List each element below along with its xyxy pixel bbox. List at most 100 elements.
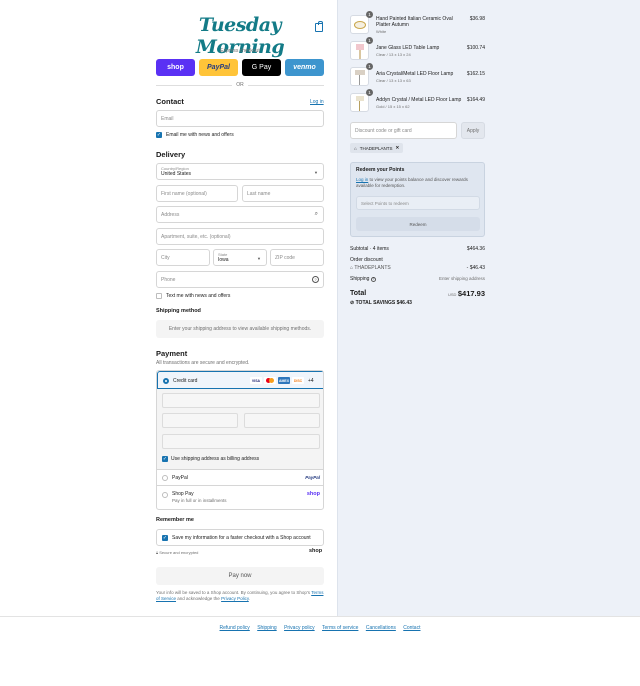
country-select[interactable]: Country/Region United States ▼: [156, 163, 324, 180]
footer-link-cancellations[interactable]: Cancellations: [366, 625, 396, 631]
total-value: $417.93: [457, 289, 485, 298]
first-name-field[interactable]: First name (optional): [156, 185, 238, 202]
legal-and: and acknowledge the: [177, 596, 220, 601]
paypal-button[interactable]: PayPal: [199, 59, 238, 76]
footer-link-shipping[interactable]: Shipping: [257, 625, 276, 631]
item-qty-badge: 1: [366, 89, 373, 96]
state-select[interactable]: State Iowa ▼: [213, 249, 267, 266]
shipping-value: Enter shipping address: [438, 276, 485, 281]
email-field[interactable]: Email: [156, 110, 324, 127]
phone-field[interactable]: Phone ?: [156, 271, 324, 288]
item-variant: Clear / 13 x 13 x 24: [376, 52, 411, 57]
total-label: Total: [350, 290, 367, 297]
lock-icon: 🔒︎: [156, 550, 159, 555]
item-variant: Clear / 13 x 13 x 63: [376, 78, 411, 83]
venmo-button[interactable]: venmo: [285, 59, 324, 76]
lamp-image: [355, 70, 365, 75]
footer-links: Refund policy Shipping Privacy policy Te…: [0, 625, 640, 631]
discount-code-row: ⌂ THADEPLANTS: [350, 265, 391, 271]
item-name: Hand Painted Italian Ceramic Oval Platte…: [376, 16, 453, 28]
city-field[interactable]: City: [156, 249, 210, 266]
tag-icon: ⌂: [350, 265, 354, 271]
card-number-field[interactable]: [162, 393, 320, 408]
tag-icon: ⊘: [350, 300, 355, 306]
last-name-field[interactable]: Last name: [242, 185, 324, 202]
redeem-login-link[interactable]: Log in: [356, 177, 368, 182]
secure-note: 🔒︎ Secure and encrypted: [156, 550, 198, 555]
visa-icon: VISA: [250, 377, 262, 384]
login-link[interactable]: Log in: [310, 99, 324, 105]
card-expiry-field[interactable]: [162, 413, 238, 428]
apartment-field[interactable]: Apartment, suite, etc. (optional): [156, 228, 324, 245]
chevron-down-icon: ▼: [257, 256, 261, 261]
google-pay-button[interactable]: G Pay: [242, 59, 281, 76]
express-checkout-label: Express checkout: [220, 48, 260, 54]
shoppay-radio[interactable]: [162, 492, 168, 498]
help-icon[interactable]: ?: [312, 276, 319, 283]
paypal-label: PayPal: [172, 475, 188, 481]
help-icon[interactable]: ?: [370, 277, 376, 282]
shop-pay-button[interactable]: shop: [156, 59, 195, 76]
discount-amount: - $46.43: [466, 265, 485, 271]
checkout-main: Tuesday Morning Express checkout shop Pa…: [0, 0, 337, 616]
redeem-points-panel: Redeem your Points Log in to view your p…: [350, 162, 485, 237]
secure-label: Secure and encrypted: [159, 550, 199, 555]
credit-card-option[interactable]: Credit card VISA AMEX DISC +4: [157, 371, 323, 389]
savings-label: TOTAL SAVINGS: [355, 300, 396, 306]
email-news-checkbox[interactable]: ✓: [156, 132, 162, 138]
address-field[interactable]: Address ⌕: [156, 206, 324, 223]
shipping-row: Shipping ?: [350, 276, 376, 282]
shoppay-option[interactable]: Shop Pay Pay in full or in installments …: [157, 485, 323, 509]
billing-checkbox[interactable]: ✓: [162, 456, 168, 462]
cart-bag-icon[interactable]: [315, 21, 323, 32]
footer-link-contact[interactable]: Contact: [403, 625, 420, 631]
discount-tag: ⌂ THADEPLANTS ✕: [350, 143, 404, 153]
item-name: Aria Crystal/Metal LED Floor Lamp: [376, 71, 454, 77]
address-placeholder: Address: [161, 211, 180, 218]
item-variant: Gold / 15 x 15 x 62: [376, 104, 410, 109]
pay-now-button[interactable]: Pay now: [156, 567, 324, 585]
privacy-link[interactable]: Privacy Policy: [221, 596, 249, 601]
tag-icon: ⌂: [354, 145, 357, 151]
chevron-down-icon: ▼: [314, 170, 318, 175]
footer-link-privacy[interactable]: Privacy policy: [284, 625, 315, 631]
lamp-image: [356, 96, 364, 101]
card-cvv-field[interactable]: [244, 413, 320, 428]
shop-logo: shop: [306, 491, 320, 497]
mastercard-icon: [264, 377, 276, 384]
select-points-field[interactable]: Select Points to redeem: [356, 196, 480, 210]
footer-link-terms[interactable]: Terms of service: [322, 625, 358, 631]
save-info-checkbox[interactable]: ✓: [162, 535, 168, 541]
text-news-checkbox[interactable]: [156, 293, 162, 299]
delivery-heading: Delivery: [156, 150, 186, 159]
remove-discount-icon[interactable]: ✕: [395, 145, 399, 151]
card-name-field[interactable]: [162, 434, 320, 449]
footer-link-refund[interactable]: Refund policy: [220, 625, 250, 631]
apply-button[interactable]: Apply: [461, 122, 485, 139]
payment-subtitle: All transactions are secure and encrypte…: [156, 360, 250, 366]
savings-value: $46.43: [396, 300, 412, 306]
billing-label: Use shipping address as billing address: [171, 456, 260, 462]
shoppay-sub: Pay in full or in installments: [172, 498, 227, 503]
order-summary: 1 Hand Painted Italian Ceramic Oval Plat…: [337, 0, 640, 616]
zip-field[interactable]: ZIP code: [270, 249, 324, 266]
order-discount-label: Order discount: [350, 257, 383, 263]
redeem-button[interactable]: Redeem: [356, 217, 480, 231]
paypal-radio[interactable]: [162, 475, 168, 481]
discount-code-field[interactable]: Discount code or gift card: [350, 122, 457, 139]
paypal-option[interactable]: PayPal PayPal: [157, 469, 323, 485]
email-news-label: Email me with news and offers: [166, 132, 234, 138]
credit-card-radio[interactable]: [163, 378, 169, 384]
item-variant: White: [376, 29, 387, 34]
item-qty-badge: 1: [366, 37, 373, 44]
item-thumbnail: [350, 15, 369, 34]
amex-icon: AMEX: [278, 377, 290, 384]
item-price: $164.49: [466, 97, 485, 103]
total-savings-row: ⊘ TOTAL SAVINGS $46.43: [350, 300, 412, 306]
more-cards-label: +4: [308, 378, 314, 384]
payment-heading: Payment: [156, 349, 188, 358]
country-value: United States: [161, 171, 192, 177]
discount-tag-code: THADEPLANTS: [359, 145, 393, 151]
shipping-method-heading: Shipping method: [156, 308, 201, 314]
redeem-text: Log in to view your points balance and d…: [356, 177, 481, 189]
